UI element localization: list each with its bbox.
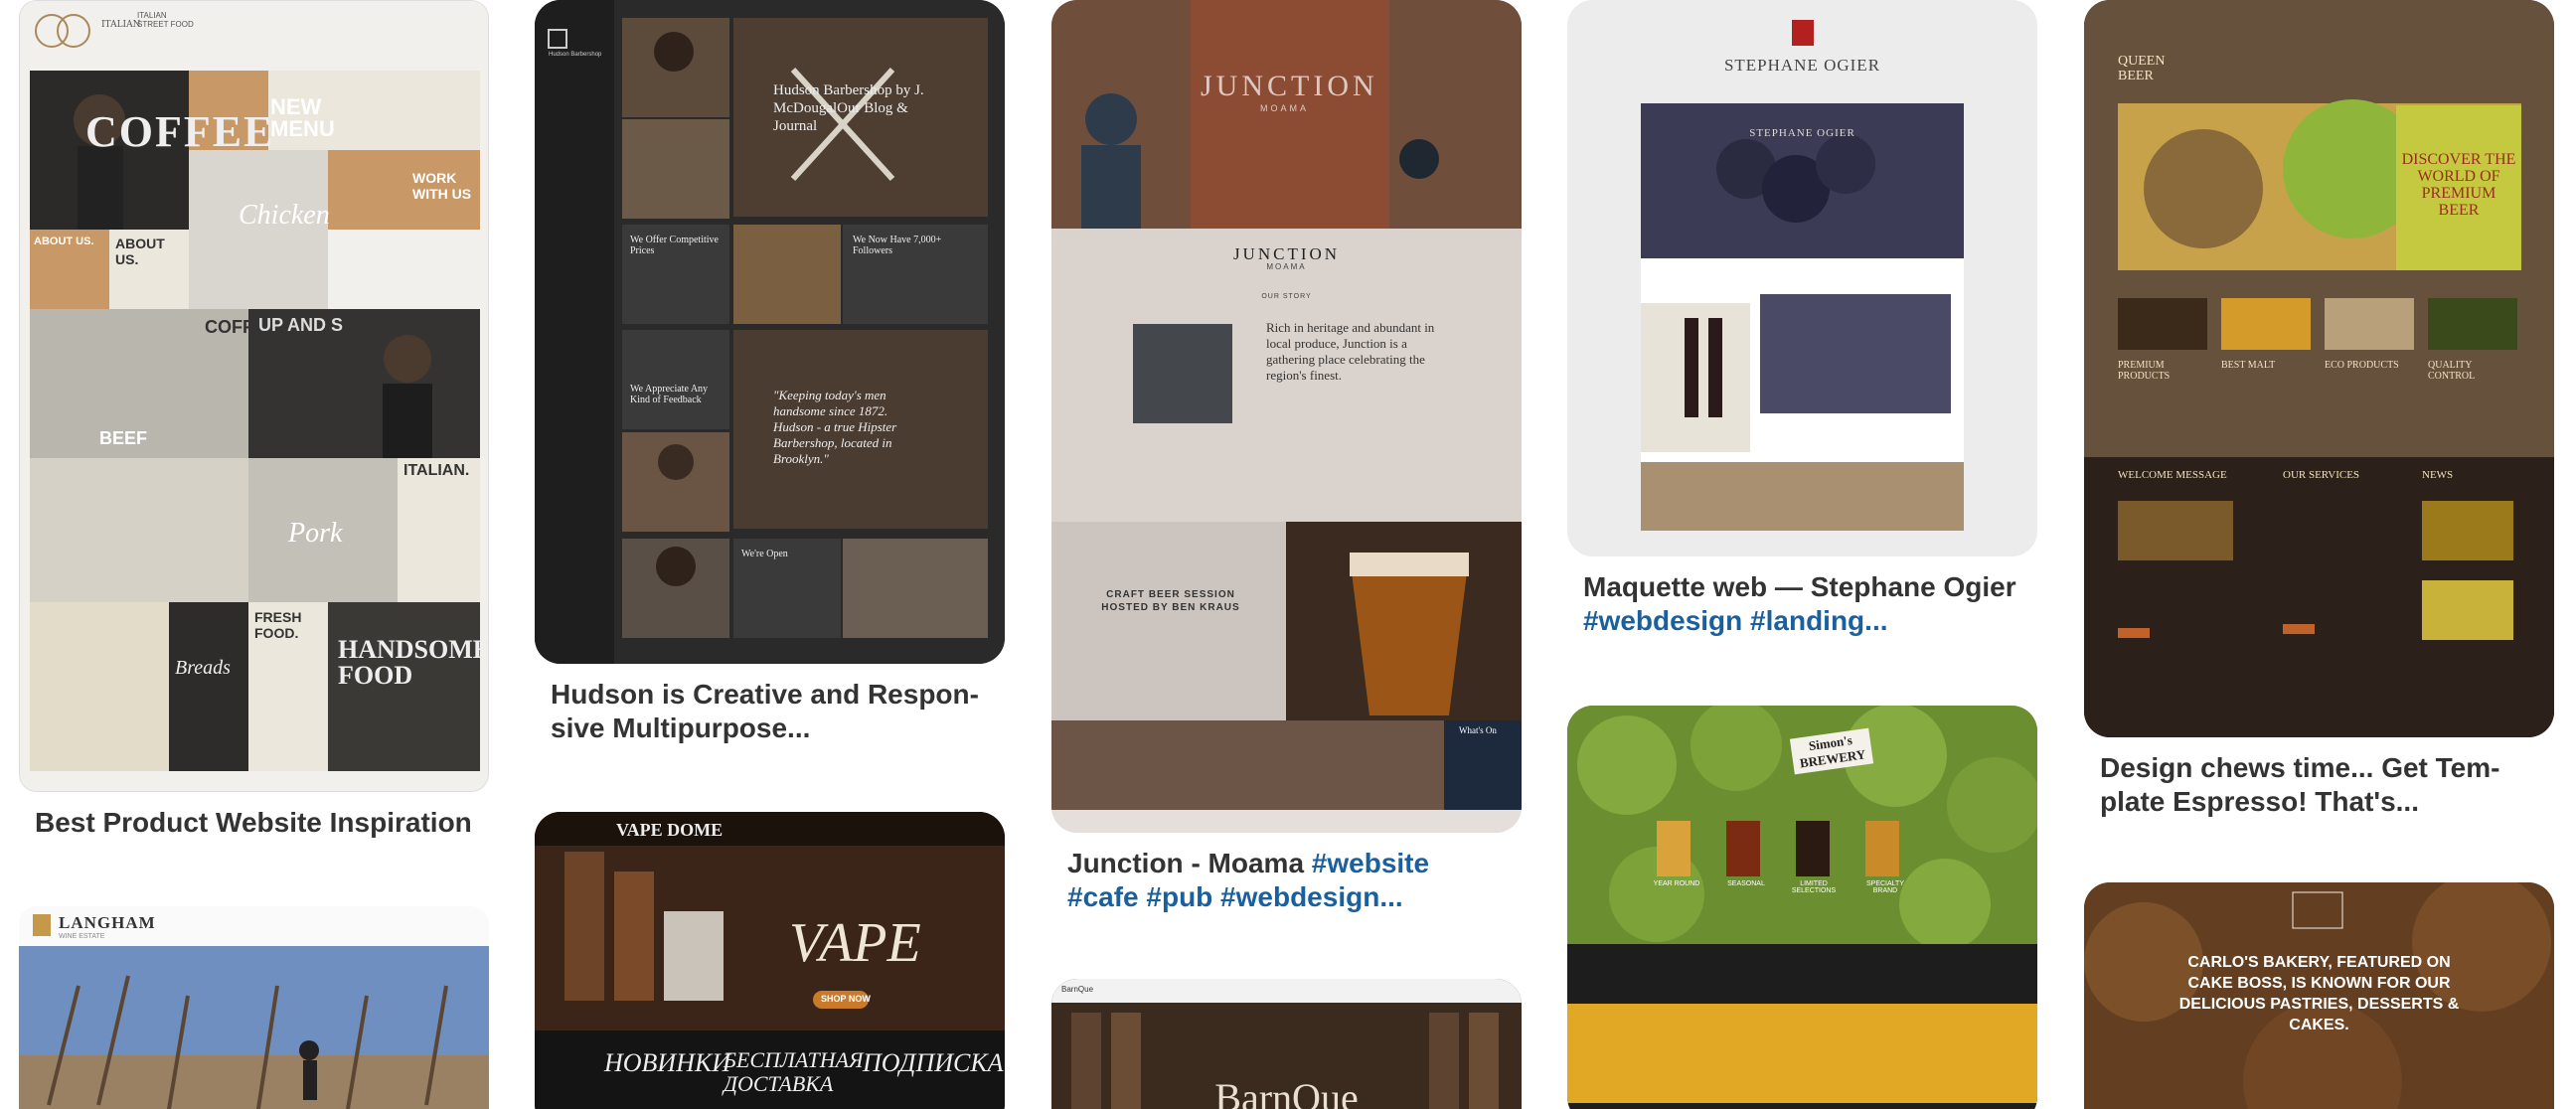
pin-image-carlos-bakery[interactable]: CARLO'S BAKERY, FEATURED ON CAKE BOSS, I… (2084, 882, 2554, 1109)
queen-beer-hero: DISCOVER THE WORLD OF PREMIUM BEER (2401, 151, 2516, 219)
about-us-label: ABOUT US. (34, 236, 94, 247)
beef-label: BEEF (99, 428, 148, 448)
pin-title-text: Junction - Moama (1067, 848, 1312, 878)
pin-image-langham[interactable]: LANGHAM WINE ESTATE (19, 906, 489, 1109)
up-and-label: UP AND S (258, 315, 344, 335)
pin-card-8[interactable]: BarnQue BarnQue (1051, 979, 1522, 1109)
pin-title[interactable]: Hudson is Creative and Respon-sive Multi… (535, 664, 1005, 745)
beer-4-label: SPECIALTY BRAND (1866, 880, 1904, 894)
svg-text:ITALIAN: ITALIAN (101, 20, 141, 30)
our-story-label: OUR STORY (1261, 293, 1312, 300)
queen-c1: PREMIUM PRODUCTS (2118, 360, 2171, 382)
welcome-label: WELCOME MESSAGE (2118, 469, 2227, 481)
pin-hashtags[interactable]: #webdesign #landing... (1583, 605, 1888, 636)
beer-2-label: SEASONAL (1727, 880, 1765, 887)
pin-title[interactable]: Best Product Website Inspiration (19, 792, 489, 840)
queen-c3: ECO PRODUCTS (2325, 360, 2399, 371)
vape-brand: VAPE DOME (616, 820, 724, 840)
shop-now-button[interactable]: SHOP NOW (821, 994, 871, 1004)
italian-label: ITALIAN. (403, 462, 470, 479)
pin-card-5[interactable]: QUEEN BEER DISCOVER THE WORLD OF PREMIUM… (2084, 0, 2554, 819)
ogier-inner-brand: STEPHANE OGIER (1749, 127, 1855, 139)
pin-title[interactable]: Design chews time... Get Tem-plate Espre… (2084, 737, 2554, 819)
barnque-hero: BarnQue (1214, 1075, 1359, 1109)
pin-title[interactable]: Junction - Moama #website #cafe #pub #we… (1051, 833, 1522, 914)
beer-1-label: YEAR ROUND (1653, 880, 1700, 887)
junction-intro: Rich in heritage and abundant in local p… (1266, 320, 1435, 383)
junction-heading: JUNCTION (1232, 244, 1341, 263)
pin-card-6[interactable]: LANGHAM WINE ESTATE (19, 906, 489, 1109)
work-with-us-label: WORK WITH US (412, 170, 472, 202)
hudson-headline: Hudson Barbershop by J. McDougalOur Blog… (773, 82, 924, 134)
vape-hero: VAPE (789, 912, 921, 974)
pin-title-text: Best Product Website Inspiration (35, 807, 472, 838)
pin-title-text: Hudson is Creative and Respon-sive Multi… (551, 679, 979, 743)
pork-label: Pork (288, 518, 343, 549)
pin-title-text: Design chews time... Get Tem-plate Espre… (2100, 752, 2500, 817)
whats-on-label: What's On (1459, 725, 1497, 735)
pin-image-hudson[interactable]: Hudson Barbershop Hudson Barbershop by J… (535, 0, 1005, 664)
pin-card-2[interactable]: Hudson Barbershop Hudson Barbershop by J… (535, 0, 1005, 745)
hudson-quote: "Keeping today's men handsome since 1872… (773, 388, 897, 466)
pin-card-1[interactable]: ITALIAN COFFEE NEW MENU WORK WITH US ABO… (19, 0, 489, 840)
prices-card: We Offer Competitive Prices (630, 235, 719, 256)
vape-cat-3: ПОДПИСКА (863, 1048, 1004, 1077)
langham-brand: LANGHAM (59, 913, 156, 932)
new-menu-label: NEW MENU (270, 94, 335, 141)
vape-cat-1: НОВИНКИ (604, 1048, 731, 1077)
pin-image-simons-brewery[interactable]: Simon's BREWERY YEAR ROUND SEASONAL LIMI… (1567, 706, 2037, 1109)
queen-c4: QUALITY CONTROL (2428, 360, 2476, 382)
chicken-label: Chicken (239, 200, 330, 231)
vape-cat-2: БЕСПЛАТНАЯ ДОСТАВКА (724, 1047, 864, 1096)
junction-hero: JUNCTION (1201, 70, 1378, 102)
news-label: NEWS (2422, 469, 2454, 481)
hero-label: COFFEE (85, 107, 275, 156)
pin-card-7[interactable]: VAPE DOME VAPE SHOP NOW НОВИНКИ БЕСПЛАТН… (535, 812, 1005, 1109)
fresh-food-label: FRESH FOOD. (254, 609, 302, 641)
followers-card: We Now Have 7,000+ Followers (853, 235, 942, 256)
feedback-card: We Appreciate Any Kind of Feedback (630, 384, 709, 405)
hudson-brand: Hudson Barbershop (549, 52, 602, 58)
breads-label: Breads (175, 657, 231, 679)
pin-title-text: Maquette web — Stephane Ogier (1583, 571, 2016, 602)
brand-label: ITALIAN STREET FOOD (137, 11, 194, 29)
barnque-brand: BarnQue (1061, 985, 1094, 994)
pin-image-junction[interactable]: JUNCTION MOAMA JUNCTION MOAMA OUR STORY … (1051, 0, 1522, 833)
craft-beer-label: CRAFT BEER SESSION HOSTED BY BEN KRAUS (1101, 589, 1240, 613)
junction-hero-sub: MOAMA (1260, 103, 1310, 113)
pin-image-stephane-ogier[interactable]: STEPHANE OGIER STEPHANE OGIER (1567, 0, 2037, 556)
pin-card-4[interactable]: STEPHANE OGIER STEPHANE OGIER Maquette w… (1567, 0, 2037, 638)
queen-beer-brand: QUEEN BEER (2118, 54, 2166, 83)
about-heading: ABOUT US. (115, 236, 165, 267)
junction-heading-sub: MOAMA (1266, 262, 1307, 271)
open-card: We're Open (741, 549, 788, 559)
queen-c2: BEST MALT (2221, 360, 2276, 371)
beer-3-label: LIMITED SELECTIONS (1791, 880, 1837, 894)
ogier-brand: STEPHANE OGIER (1723, 56, 1881, 75)
pin-image-italian-street-food[interactable]: ITALIAN COFFEE NEW MENU WORK WITH US ABO… (19, 0, 489, 792)
pin-image-queen-beer[interactable]: QUEEN BEER DISCOVER THE WORLD OF PREMIUM… (2084, 0, 2554, 737)
pin-title[interactable]: Maquette web — Stephane Ogier #webdesign… (1567, 556, 2037, 638)
pin-image-barnque[interactable]: BarnQue BarnQue (1051, 979, 1522, 1109)
pin-card-9[interactable]: Simon's BREWERY YEAR ROUND SEASONAL LIMI… (1567, 706, 2037, 1109)
pin-image-vape[interactable]: VAPE DOME VAPE SHOP NOW НОВИНКИ БЕСПЛАТН… (535, 812, 1005, 1109)
pin-board: ITALIAN COFFEE NEW MENU WORK WITH US ABO… (0, 0, 2576, 1109)
handsome-food-label: HANDSOME FOOD (338, 635, 489, 690)
langham-sub: WINE ESTATE (59, 933, 105, 940)
pin-card-3[interactable]: JUNCTION MOAMA JUNCTION MOAMA OUR STORY … (1051, 0, 1522, 914)
carlos-bakery-hero: CARLO'S BAKERY, FEATURED ON CAKE BOSS, I… (2178, 954, 2460, 1033)
services-label: OUR SERVICES (2283, 469, 2360, 481)
pin-card-10[interactable]: CARLO'S BAKERY, FEATURED ON CAKE BOSS, I… (2084, 882, 2554, 1109)
